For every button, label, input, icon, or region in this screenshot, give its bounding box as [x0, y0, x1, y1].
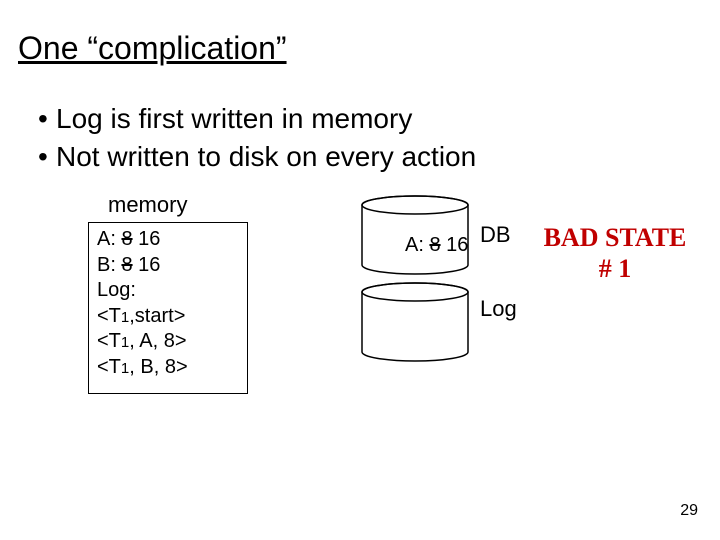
memory-label: memory — [108, 192, 187, 218]
db-a-struck: 8 — [429, 234, 440, 256]
log-disk-label: Log — [480, 296, 517, 322]
bullet-dot: • — [38, 138, 56, 176]
memory-log-label: Log: — [97, 278, 239, 304]
memory-line-a: A: 8 16 — [97, 227, 239, 253]
db-label: DB — [480, 222, 511, 248]
bullet-dot: • — [38, 100, 56, 138]
bad-state-line1: BAD STATE — [530, 222, 700, 253]
memory-log-line-1: <T1,start> — [97, 304, 239, 330]
slide-title: One “complication” — [18, 30, 287, 67]
page-number: 29 — [680, 502, 698, 520]
bullet-1-text: Log is first written in memory — [56, 100, 412, 138]
mem-b-prefix: B: — [97, 254, 121, 276]
mem-a-after: 16 — [133, 228, 161, 250]
db-a-prefix: A: — [405, 234, 429, 256]
memory-log-line-2: <T1, A, 8> — [97, 329, 239, 355]
mem-b-struck: 8 — [121, 254, 132, 276]
bad-state-callout: BAD STATE # 1 — [530, 222, 700, 284]
db-cylinder: A: 8 16 B: 8 — [360, 195, 470, 275]
mem-a-struck: 8 — [121, 228, 132, 250]
db-line-a: A: 8 16 — [360, 209, 470, 281]
db-a-after: 16 — [441, 234, 469, 256]
mem-b-after: 16 — [133, 254, 161, 276]
memory-box: A: 8 16 B: 8 16 Log: <T1,start> <T1, A, … — [88, 222, 248, 394]
bullet-list: • Log is first written in memory • Not w… — [38, 100, 476, 176]
bad-state-line2: # 1 — [530, 253, 700, 284]
memory-log-line-3: <T1, B, 8> — [97, 355, 239, 381]
mem-a-prefix: A: — [97, 228, 121, 250]
memory-line-b: B: 8 16 — [97, 253, 239, 279]
bullet-2-text: Not written to disk on every action — [56, 138, 476, 176]
log-cylinder — [360, 282, 470, 362]
